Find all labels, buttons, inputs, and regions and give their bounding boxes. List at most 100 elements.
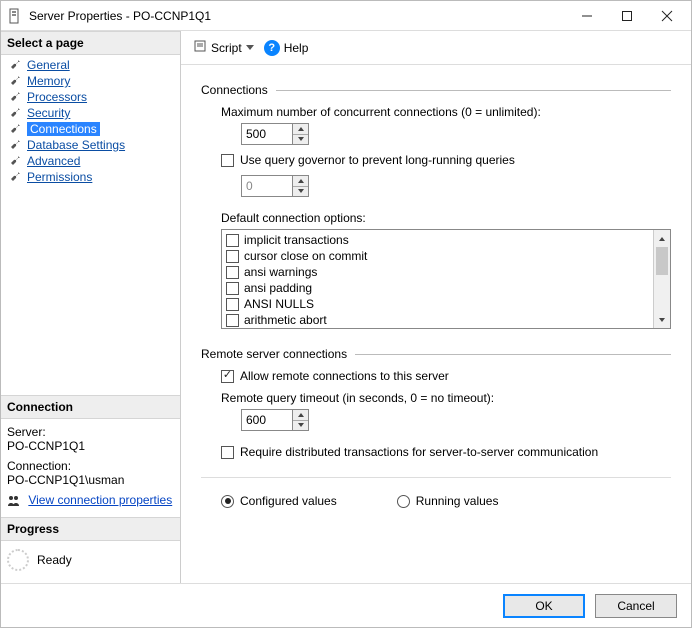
progress-header: Progress xyxy=(1,517,180,541)
scroll-track[interactable] xyxy=(654,247,670,311)
minimize-button[interactable] xyxy=(567,2,607,30)
connection-info: Server: PO-CCNP1Q1 Connection: PO-CCNP1Q… xyxy=(1,419,180,517)
ok-button[interactable]: OK xyxy=(503,594,585,618)
option-label: arithmetic abort xyxy=(244,312,327,328)
page-advanced[interactable]: Advanced xyxy=(5,153,180,169)
chevron-down-icon xyxy=(246,45,254,50)
option-label: ansi warnings xyxy=(244,264,317,280)
governor-value-spinner xyxy=(241,175,309,197)
cancel-button[interactable]: Cancel xyxy=(595,594,677,618)
option-arithmetic-abort[interactable]: arithmetic abort xyxy=(226,312,649,328)
dialog-footer: OK Cancel xyxy=(1,583,691,627)
default-options-listbox[interactable]: implicit transactions cursor close on co… xyxy=(221,229,671,329)
option-label: ansi padding xyxy=(244,280,312,296)
configured-values-label: Configured values xyxy=(240,494,337,508)
help-label: Help xyxy=(284,41,309,55)
right-panel: Script ? Help Connections Maximum number… xyxy=(181,31,691,583)
view-connection-properties[interactable]: View connection properties xyxy=(7,493,174,507)
close-button[interactable] xyxy=(647,2,687,30)
remote-timeout-label: Remote query timeout (in seconds, 0 = no… xyxy=(221,391,671,405)
spin-up-button[interactable] xyxy=(293,410,308,421)
option-implicit-transactions[interactable]: implicit transactions xyxy=(226,232,649,248)
checkbox-icon xyxy=(226,250,239,263)
checkbox-icon xyxy=(221,154,234,167)
content-area: Connections Maximum number of concurrent… xyxy=(181,65,691,583)
configured-values-radio[interactable]: Configured values xyxy=(221,494,337,508)
page-label: General xyxy=(27,58,70,72)
checkbox-icon xyxy=(226,282,239,295)
page-label: Permissions xyxy=(27,170,92,184)
checkbox-icon xyxy=(226,234,239,247)
wrench-icon xyxy=(9,58,23,72)
option-label: ANSI NULLS xyxy=(244,296,314,312)
connection-header: Connection xyxy=(1,395,180,419)
page-memory[interactable]: Memory xyxy=(5,73,180,89)
checkbox-icon xyxy=(221,446,234,459)
select-page-header: Select a page xyxy=(1,31,180,55)
allow-remote-checkbox[interactable]: Allow remote connections to this server xyxy=(221,369,671,383)
option-cursor-close[interactable]: cursor close on commit xyxy=(226,248,649,264)
allow-remote-label: Allow remote connections to this server xyxy=(240,369,449,383)
wrench-icon xyxy=(9,106,23,120)
page-label: Advanced xyxy=(27,154,80,168)
spin-down-button xyxy=(293,187,308,197)
divider xyxy=(276,90,671,91)
cancel-label: Cancel xyxy=(617,599,654,613)
option-label: cursor close on commit xyxy=(244,248,367,264)
require-distributed-checkbox[interactable]: Require distributed transactions for ser… xyxy=(221,445,671,459)
scroll-thumb[interactable] xyxy=(656,247,668,275)
option-ansi-padding[interactable]: ansi padding xyxy=(226,280,649,296)
remote-timeout-spinner[interactable] xyxy=(241,409,309,431)
help-button[interactable]: ? Help xyxy=(262,38,311,58)
divider xyxy=(201,477,671,478)
server-value: PO-CCNP1Q1 xyxy=(7,439,174,453)
spin-down-button[interactable] xyxy=(293,135,308,145)
wrench-icon xyxy=(9,90,23,104)
listbox-scrollbar[interactable] xyxy=(653,230,670,328)
use-query-governor-label: Use query governor to prevent long-runni… xyxy=(240,153,515,167)
page-permissions[interactable]: Permissions xyxy=(5,169,180,185)
option-ansi-nulls[interactable]: ANSI NULLS xyxy=(226,296,649,312)
window-root: Server Properties - PO-CCNP1Q1 Select a … xyxy=(0,0,692,628)
page-label: Database Settings xyxy=(27,138,125,152)
spin-down-button[interactable] xyxy=(293,421,308,431)
spin-up-button xyxy=(293,176,308,187)
wrench-icon xyxy=(9,122,23,136)
group-connections-label: Connections xyxy=(201,83,268,97)
running-values-label: Running values xyxy=(416,494,499,508)
wrench-icon xyxy=(9,74,23,88)
toolbar: Script ? Help xyxy=(181,31,691,65)
page-database-settings[interactable]: Database Settings xyxy=(5,137,180,153)
default-options-items: implicit transactions cursor close on co… xyxy=(222,230,653,328)
window-title: Server Properties - PO-CCNP1Q1 xyxy=(29,9,567,23)
use-query-governor-checkbox[interactable]: Use query governor to prevent long-runni… xyxy=(221,153,671,167)
option-ansi-warnings[interactable]: ansi warnings xyxy=(226,264,649,280)
default-options-label: Default connection options: xyxy=(221,211,671,225)
progress-area: Ready xyxy=(1,541,180,583)
max-connections-spinner[interactable] xyxy=(241,123,309,145)
maximize-button[interactable] xyxy=(607,2,647,30)
running-values-radio[interactable]: Running values xyxy=(397,494,499,508)
page-general[interactable]: General xyxy=(5,57,180,73)
group-connections: Connections xyxy=(201,83,671,97)
radio-icon xyxy=(221,495,234,508)
remote-timeout-input[interactable] xyxy=(242,410,292,430)
people-icon xyxy=(7,495,21,507)
page-label: Connections xyxy=(27,122,100,136)
page-connections[interactable]: Connections xyxy=(5,121,180,137)
scroll-down-button[interactable] xyxy=(654,311,670,328)
script-button[interactable]: Script xyxy=(191,37,256,58)
connection-label: Connection: xyxy=(7,459,174,473)
scroll-up-button[interactable] xyxy=(654,230,670,247)
radio-icon xyxy=(397,495,410,508)
view-connection-properties-link[interactable]: View connection properties xyxy=(28,493,172,507)
page-label: Processors xyxy=(27,90,87,104)
wrench-icon xyxy=(9,138,23,152)
group-remote-label: Remote server connections xyxy=(201,347,347,361)
titlebar: Server Properties - PO-CCNP1Q1 xyxy=(1,1,691,31)
page-security[interactable]: Security xyxy=(5,105,180,121)
connection-value: PO-CCNP1Q1\usman xyxy=(7,473,174,487)
max-connections-input[interactable] xyxy=(242,124,292,144)
spin-up-button[interactable] xyxy=(293,124,308,135)
page-processors[interactable]: Processors xyxy=(5,89,180,105)
